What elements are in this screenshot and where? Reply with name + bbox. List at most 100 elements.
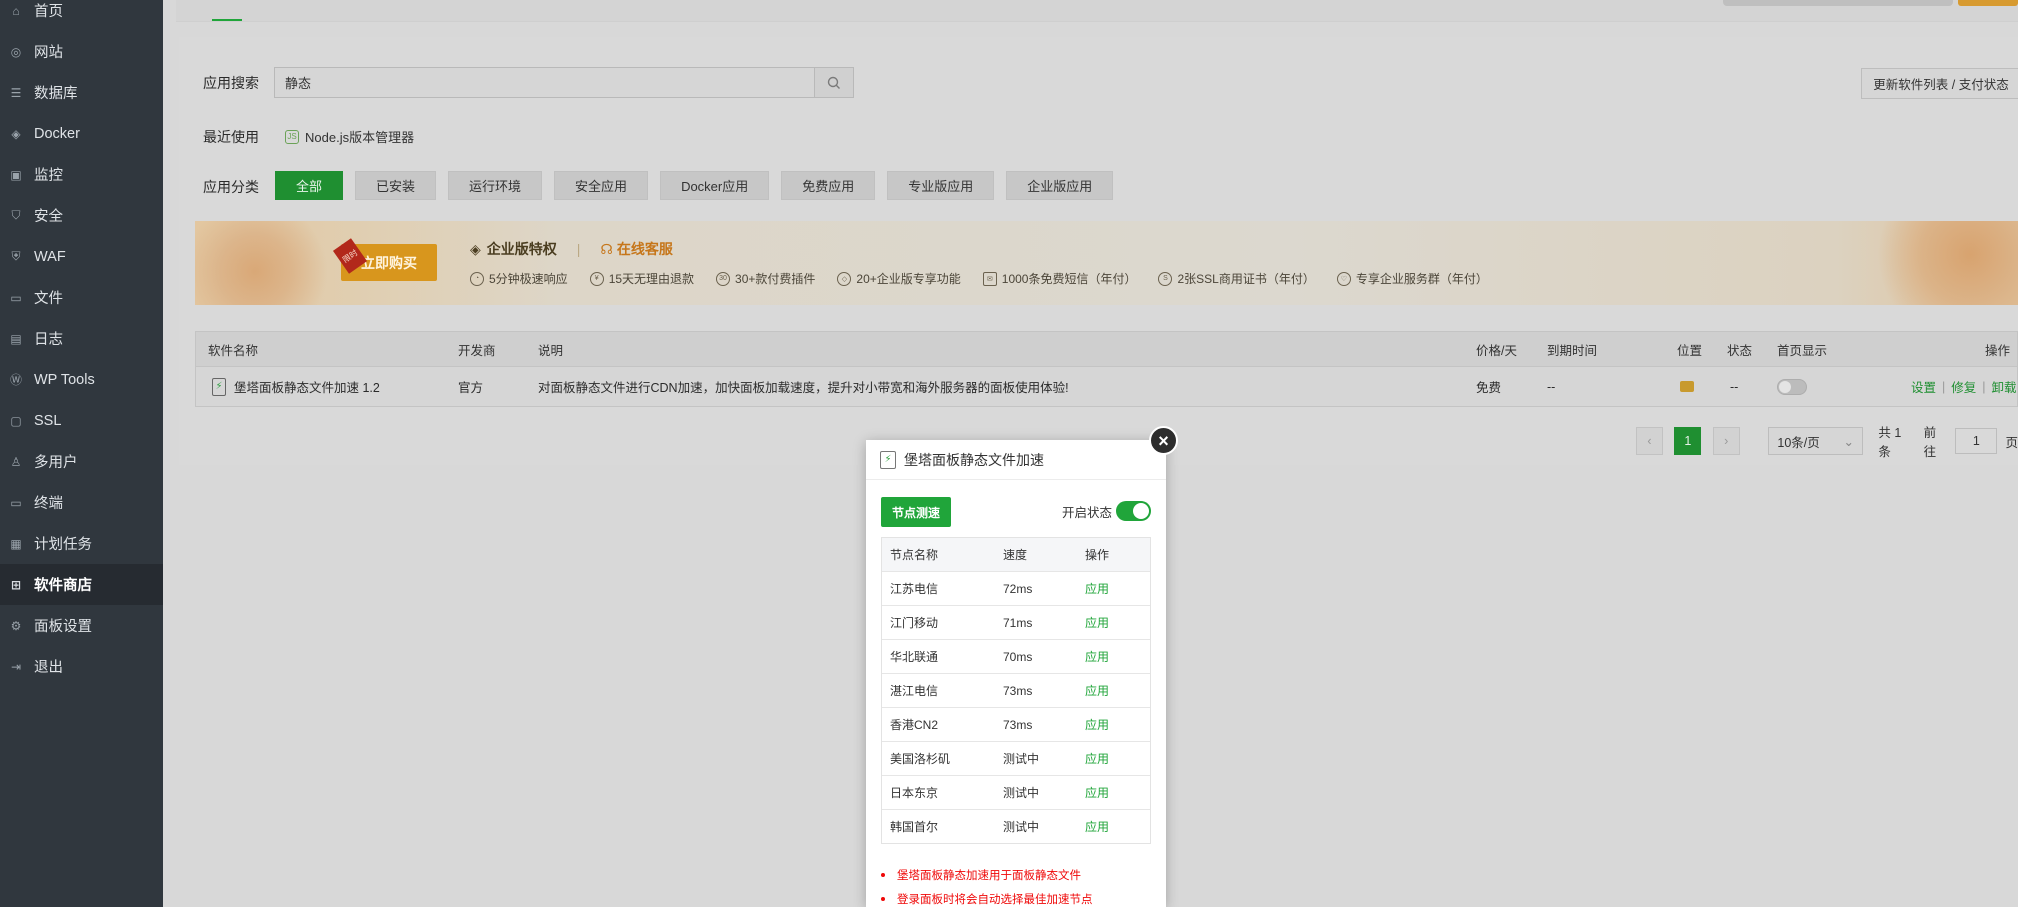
- category-tabs: 全部 已安装 运行环境 安全应用 Docker应用 免费应用 专业版应用 企业版…: [275, 171, 1125, 200]
- current-page[interactable]: 1: [1674, 427, 1702, 455]
- table-row: ⚡ 堡塔面板静态文件加速 1.2 官方 对面板静态文件进行CDN加速，加快面板加…: [195, 367, 2018, 407]
- page-size-select[interactable]: 10条/页 ⌄: [1768, 427, 1864, 455]
- sidebar-item-waf[interactable]: ⛨ WAF: [0, 236, 163, 277]
- apply-node-link[interactable]: 应用: [1085, 580, 1109, 597]
- search-button[interactable]: [814, 67, 854, 98]
- top-action-button[interactable]: [1958, 0, 2018, 6]
- node-row: 日本东京 测试中 应用: [882, 775, 1150, 809]
- sidebar-item-files[interactable]: ▭ 文件: [0, 277, 163, 318]
- node-row: 香港CN2 73ms 应用: [882, 707, 1150, 741]
- apply-node-link[interactable]: 应用: [1085, 716, 1109, 733]
- sidebar-item-multi-user[interactable]: ♙ 多用户: [0, 441, 163, 482]
- enterprise-title: 企业版特权: [486, 241, 557, 257]
- update-software-list-button[interactable]: 更新软件列表 / 支付状态: [1861, 68, 2018, 99]
- pagination: ‹ 1 › 10条/页 ⌄ 共 1 条 前往 1 页: [1636, 422, 2018, 460]
- category-free[interactable]: 免费应用: [781, 171, 876, 200]
- row-expire: --: [1547, 379, 1556, 394]
- sidebar-item-terminal[interactable]: ▭ 终端: [0, 482, 163, 523]
- node-name: 江门移动: [890, 616, 939, 630]
- diamond-icon: ◈: [470, 240, 481, 257]
- apply-node-link[interactable]: 应用: [1085, 784, 1109, 801]
- repair-link[interactable]: 修复: [1951, 377, 1976, 396]
- sidebar-item-ssl[interactable]: ▢ SSL: [0, 400, 163, 441]
- folder-icon[interactable]: [1680, 381, 1694, 392]
- apply-node-link[interactable]: 应用: [1085, 750, 1109, 767]
- category-runtime[interactable]: 运行环境: [448, 171, 543, 200]
- apply-node-link[interactable]: 应用: [1085, 648, 1109, 665]
- node-row: 江门移动 71ms 应用: [882, 605, 1150, 639]
- sidebar-item-docker[interactable]: ◈ Docker: [0, 113, 163, 154]
- feature-item: ◔ 5分钟极速响应: [470, 270, 568, 287]
- feature-item: 30 30+款付费插件: [716, 270, 815, 287]
- uninstall-link[interactable]: 卸载: [1992, 377, 2017, 396]
- dialog-header: ⚡ 堡塔面板静态文件加速: [866, 440, 1166, 480]
- node-speed: 72ms: [1003, 581, 1033, 596]
- category-enterprise[interactable]: 企业版应用: [1006, 171, 1114, 200]
- category-docker[interactable]: Docker应用: [660, 171, 770, 200]
- enable-status-switch[interactable]: [1116, 501, 1151, 521]
- heart-icon: ♡: [1336, 271, 1351, 286]
- sidebar-nav: ⌂ 首页 ◎ 网站 ☰ 数据库 ◈ Docker ▣ 监控 ⛉ 安全 ⛨ WAF ▭ 文件 ▤ 日…: [0, 0, 163, 687]
- search-label: 应用搜索: [203, 75, 259, 91]
- sidebar-item-app-store[interactable]: ⊞ 软件商店: [0, 564, 163, 605]
- node-name: 江苏电信: [890, 582, 939, 596]
- search-input-value: 静态: [285, 76, 312, 91]
- node-speed-test-button[interactable]: 节点测速: [881, 497, 951, 527]
- row-desc: 对面板静态文件进行CDN加速，加快面板加载速度，提升对小带宽和海外服务器的面板使…: [538, 381, 1069, 395]
- sidebar-item-cron[interactable]: ▦ 计划任务: [0, 523, 163, 564]
- sidebar-item-wp-tools[interactable]: Ⓦ WP Tools: [0, 359, 163, 400]
- sidebar-item-home[interactable]: ⌂ 首页: [0, 0, 163, 31]
- sidebar-item-label: 数据库: [34, 86, 78, 102]
- gear-icon: ⚙: [10, 618, 22, 633]
- home-display-switch[interactable]: [1777, 378, 1807, 395]
- sidebar-item-database[interactable]: ☰ 数据库: [0, 72, 163, 113]
- sidebar-item-label: 计划任务: [34, 537, 92, 553]
- home-icon: ⌂: [12, 3, 20, 18]
- row-name-cell[interactable]: ⚡ 堡塔面板静态文件加速 1.2: [212, 367, 380, 406]
- search-input[interactable]: 静态: [274, 67, 815, 98]
- node-name: 华北联通: [890, 650, 939, 664]
- shield-icon: ⛉: [11, 208, 21, 222]
- sidebar-item-monitor[interactable]: ▣ 监控: [0, 154, 163, 195]
- apply-node-link[interactable]: 应用: [1085, 682, 1109, 699]
- settings-link[interactable]: 设置: [1911, 377, 1936, 396]
- node-name: 香港CN2: [890, 718, 939, 732]
- row-location[interactable]: [1680, 367, 1694, 406]
- sidebar-item-logs[interactable]: ▤ 日志: [0, 318, 163, 359]
- apply-node-link[interactable]: 应用: [1085, 818, 1109, 835]
- node-name: 韩国首尔: [890, 820, 939, 834]
- sidebar-item-security[interactable]: ⛉ 安全: [0, 195, 163, 236]
- top-search-bar[interactable]: [1723, 0, 1953, 6]
- apply-node-link[interactable]: 应用: [1085, 614, 1109, 631]
- feature-item: ✉ 1000条免费短信（年付）: [982, 270, 1136, 287]
- category-pro[interactable]: 专业版应用: [887, 171, 995, 200]
- sidebar-item-label: 监控: [34, 168, 63, 184]
- dialog-notes: 堡塔面板静态加速用于面板静态文件 登录面板时将会自动选择最佳加速节点: [881, 863, 1093, 907]
- category-installed[interactable]: 已安装: [355, 171, 437, 200]
- next-page-button[interactable]: ›: [1712, 427, 1740, 455]
- category-all[interactable]: 全部: [275, 171, 344, 200]
- docker-icon: ◈: [11, 126, 21, 141]
- header-speed: 速度: [1003, 548, 1028, 562]
- refund-icon: ¥: [589, 271, 604, 286]
- row-name: 堡塔面板静态文件加速 1.2: [234, 381, 380, 395]
- prev-page-button[interactable]: ‹: [1636, 427, 1663, 455]
- header-location: 位置: [1677, 343, 1703, 358]
- online-service-link[interactable]: 在线客服: [617, 239, 673, 259]
- goto-page-input[interactable]: 1: [1955, 428, 1998, 454]
- header-desc: 说明: [538, 343, 564, 358]
- sidebar-item-logout[interactable]: ⇥ 退出: [0, 646, 163, 687]
- sidebar-item-settings[interactable]: ⚙ 面板设置: [0, 605, 163, 646]
- nodejs-icon: JS: [285, 129, 299, 144]
- log-icon: ▤: [10, 331, 22, 346]
- category-security[interactable]: 安全应用: [554, 171, 649, 200]
- enterprise-banner: [195, 221, 2018, 305]
- header-ops: 操作: [1985, 343, 2011, 358]
- header-developer: 开发商: [458, 343, 496, 358]
- dialog-close-button[interactable]: ×: [1149, 426, 1178, 455]
- sidebar-item-website[interactable]: ◎ 网站: [0, 31, 163, 72]
- recent-item-nodejs[interactable]: JS Node.js版本管理器: [285, 127, 414, 146]
- header-name: 软件名称: [208, 343, 259, 358]
- page-size-value: 10条/页: [1777, 435, 1820, 450]
- row-home-toggle[interactable]: [1777, 367, 1807, 406]
